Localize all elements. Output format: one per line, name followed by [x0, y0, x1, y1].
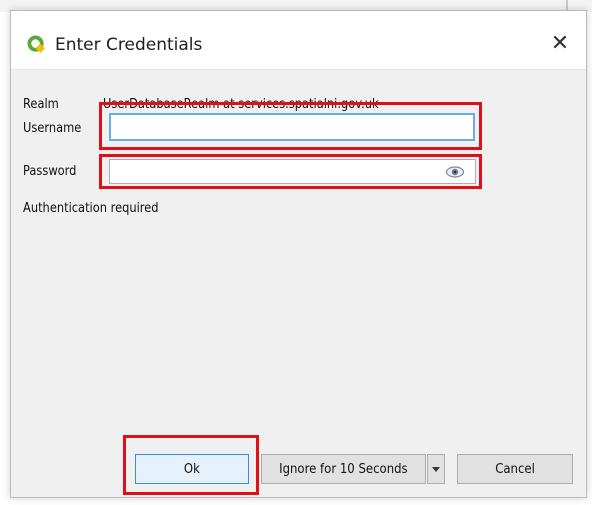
ignore-dropdown-button[interactable] [427, 454, 445, 484]
ok-button-label: Ok [183, 461, 200, 477]
credentials-dialog: Enter Credentials ✕ Realm UserDatabaseRe… [10, 10, 587, 498]
username-input[interactable] [109, 113, 475, 141]
qgis-icon [27, 35, 46, 54]
show-password-eye-icon[interactable] [445, 165, 465, 179]
cancel-button[interactable]: Cancel [457, 454, 573, 484]
chevron-down-icon [432, 466, 440, 472]
realm-label: Realm [23, 97, 59, 112]
title-bar: Enter Credentials ✕ [11, 11, 586, 70]
password-input[interactable] [109, 159, 476, 184]
close-button[interactable]: ✕ [546, 29, 574, 57]
password-label: Password [23, 164, 77, 179]
ignore-button-label: Ignore for 10 Seconds [279, 461, 408, 477]
ignore-button[interactable]: Ignore for 10 Seconds [261, 454, 426, 484]
ok-button[interactable]: Ok [135, 454, 249, 484]
realm-value: UserDatabaseRealm at services.spatialni.… [103, 97, 379, 112]
status-text: Authentication required [23, 201, 159, 216]
dialog-title: Enter Credentials [55, 35, 203, 55]
username-label: Username [23, 121, 82, 136]
cancel-button-label: Cancel [495, 461, 535, 477]
